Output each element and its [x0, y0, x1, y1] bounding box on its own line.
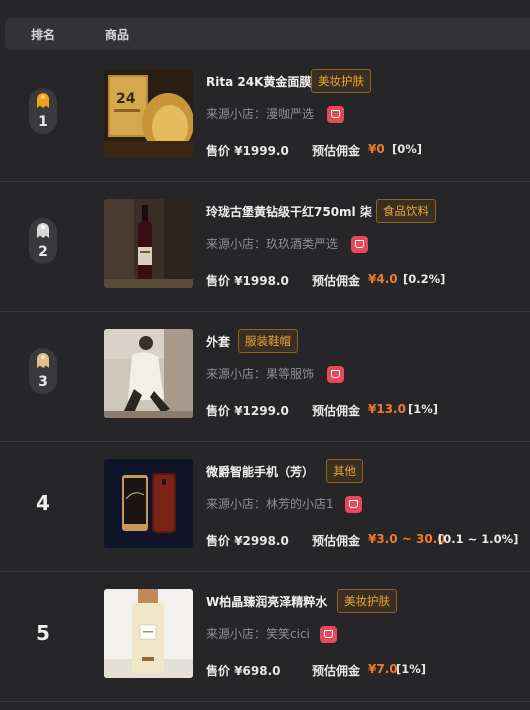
list-item[interactable]: 2 玲珑古堡黄钻级干红750ml 柒 食品饮料 来源小店：玖玖酒类严选 售价 ¥… — [0, 181, 530, 312]
commission-label: 预估佣金 — [312, 404, 361, 418]
price: 售价 ¥1999.0 — [206, 144, 289, 158]
category-tag: 美妆护肤 — [311, 69, 371, 93]
shop-name: 漫咖严选 — [266, 107, 315, 121]
category-tag: 美妆护肤 — [337, 589, 397, 613]
rank-number: 4 — [36, 491, 50, 515]
price: 售价 ¥2998.0 — [206, 534, 289, 548]
product-name[interactable]: 外套 — [206, 333, 230, 350]
commission-rate: [0.2%] — [403, 272, 446, 286]
commission-rate: [1%] — [408, 402, 439, 416]
shop-source: 来源小店：玖玖酒类严选 — [206, 237, 339, 251]
commission-label: 预估佣金 — [312, 274, 361, 288]
list-item[interactable]: 3 外套 服装鞋帽 来源小店：果等服饰 售价 ¥1299.0 预估佣金 ¥13.… — [0, 311, 530, 442]
rank-badge: 2 — [29, 218, 57, 264]
silver-medal-icon — [37, 223, 49, 238]
svg-text:24: 24 — [116, 91, 136, 107]
rank-number: 5 — [36, 621, 50, 645]
commission-label: 预估佣金 — [312, 534, 361, 548]
product-name[interactable]: Rita 24K黄金面膜 — [206, 73, 311, 90]
product-name[interactable]: W柏晶臻润亮泽精粹水 — [206, 593, 327, 610]
rank-number: 2 — [38, 244, 48, 260]
shop-name: 玖玖酒类严选 — [266, 237, 339, 251]
shop-icon[interactable] — [345, 496, 362, 513]
commission-value: ¥0 — [368, 142, 385, 156]
price: 售价 ¥698.0 — [206, 664, 281, 678]
product-image[interactable] — [104, 199, 193, 288]
category-tag: 其他 — [326, 459, 363, 483]
bronze-medal-icon — [37, 353, 49, 368]
commission-label: 预估佣金 — [312, 144, 361, 158]
shop-name: 林芳的小店1 — [266, 497, 334, 511]
shop-name: 果等服饰 — [266, 367, 315, 381]
commission-label: 预估佣金 — [312, 664, 361, 678]
list-item[interactable]: 4 微爵智能手机（芳） 其他 来源小店：林芳的小店1 售价 ¥2998.0 预估… — [0, 441, 530, 572]
shop-name: 笑笑cici — [266, 627, 310, 641]
commission-value: ¥13.0 — [368, 402, 406, 416]
category-tag: 食品饮料 — [376, 199, 436, 223]
product-image[interactable] — [104, 459, 193, 548]
product-name[interactable]: 微爵智能手机（芳） — [206, 463, 314, 480]
product-image[interactable] — [104, 589, 193, 678]
shop-icon[interactable] — [327, 106, 344, 123]
commission-value: ¥7.0 — [368, 662, 398, 676]
rank-number: 3 — [38, 374, 48, 390]
price: 售价 ¥1299.0 — [206, 404, 289, 418]
shop-icon[interactable] — [351, 236, 368, 253]
shop-source: 来源小店：林芳的小店1 — [206, 497, 334, 511]
commission-value: ¥4.0 — [368, 272, 398, 286]
shop-source: 来源小店：漫咖严选 — [206, 107, 315, 121]
rank-badge: 3 — [29, 348, 57, 394]
commission-rate: [0%] — [392, 142, 423, 156]
gold-medal-icon — [37, 93, 49, 108]
shop-source: 来源小店：笑笑cici — [206, 627, 310, 641]
product-name[interactable]: 玲珑古堡黄钻级干红750ml 柒 — [206, 203, 372, 220]
rank-badge: 1 — [29, 88, 57, 134]
list-item[interactable]: 1 24 Rita 24K黄金面膜 美妆护肤 来源小店：漫咖严选 售价 ¥199… — [0, 51, 530, 182]
commission-rate: [1%] — [396, 662, 427, 676]
list-item[interactable]: 5 W柏晶臻润亮泽精粹水 美妆护肤 来源小店：笑笑cici 售价 ¥698.0 … — [0, 571, 530, 702]
shop-source: 来源小店：果等服饰 — [206, 367, 315, 381]
shop-icon[interactable] — [327, 366, 344, 383]
product-column-header: 商品 — [105, 28, 130, 42]
price: 售价 ¥1998.0 — [206, 274, 289, 288]
product-image[interactable]: 24 — [104, 69, 193, 158]
commission-value: ¥3.0 ~ 30.0 — [368, 532, 446, 546]
commission-rate: [0.1 ~ 1.0%] — [438, 532, 519, 546]
product-image[interactable] — [104, 329, 193, 418]
category-tag: 服装鞋帽 — [238, 329, 298, 353]
rank-column-header: 排名 — [31, 28, 56, 42]
rank-number: 1 — [38, 114, 48, 130]
table-header: 排名 商品 — [5, 18, 530, 50]
shop-icon[interactable] — [320, 626, 337, 643]
